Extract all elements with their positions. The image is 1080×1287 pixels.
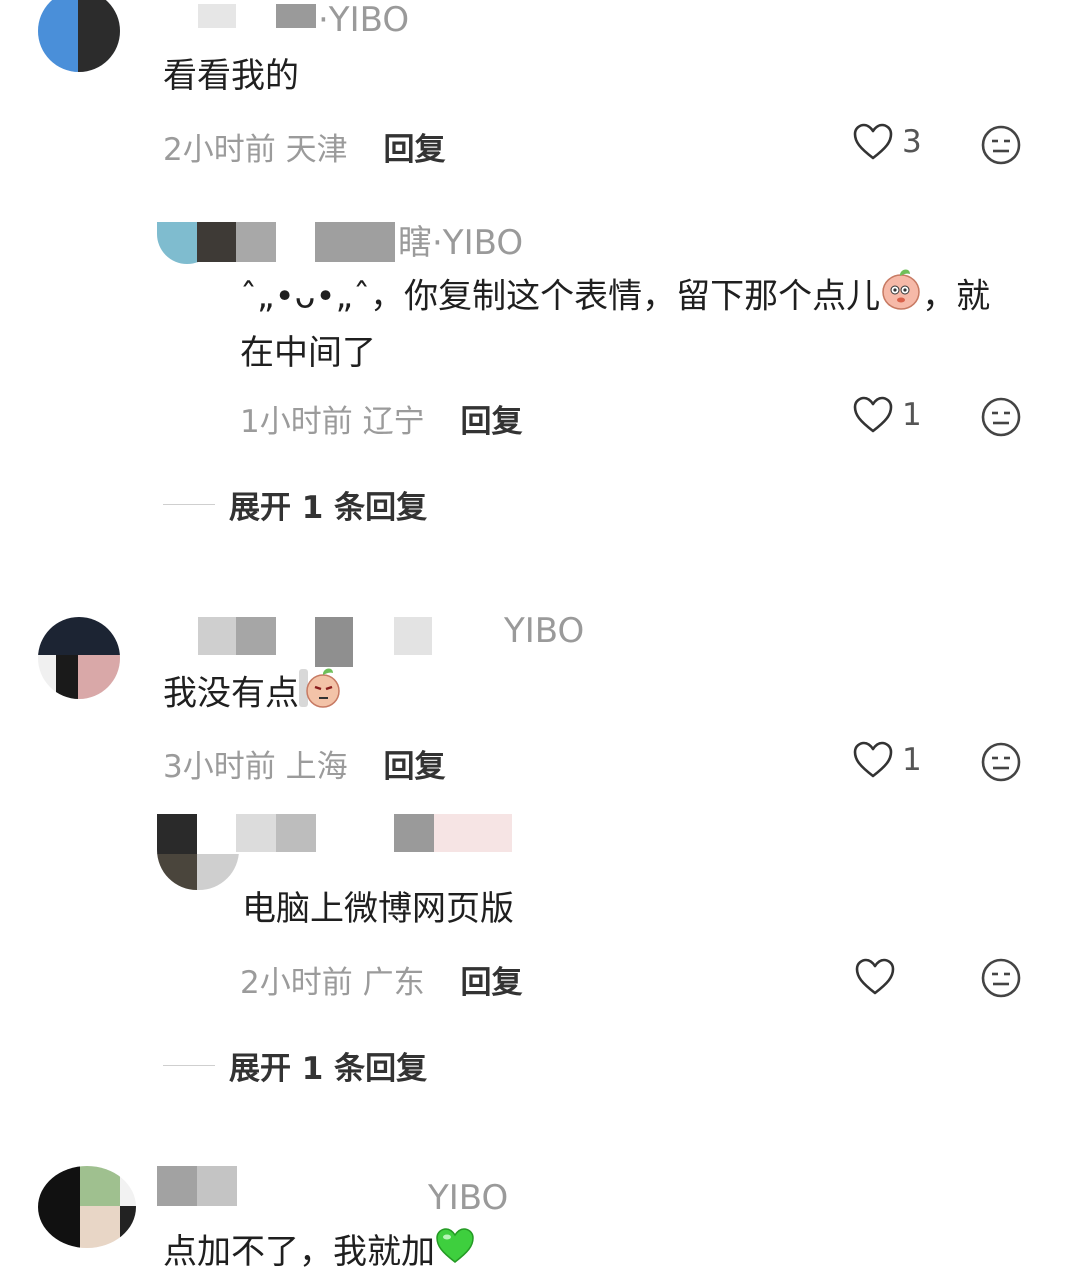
reply-text-continued: 在中间了 — [240, 333, 376, 373]
like-count: 1 — [902, 397, 922, 433]
heart-icon — [853, 741, 893, 778]
username-redacted[interactable] — [198, 222, 236, 262]
divider-line — [163, 504, 215, 505]
divider-line — [163, 1065, 215, 1066]
location: 天津 — [285, 132, 348, 168]
reply-button[interactable]: 回复 — [460, 404, 522, 440]
location: 广东 — [362, 965, 425, 1001]
comment-text: 点加不了，我就加 — [163, 1223, 475, 1283]
emoji-react-button[interactable] — [980, 957, 1022, 999]
comment-meta: 3小时前 上海 回复 — [163, 741, 445, 786]
reply-meta: 2小时前 广东 回复 — [240, 957, 522, 1002]
username-redacted[interactable] — [197, 1166, 237, 1206]
expand-replies-button[interactable]: 展开 1 条回复 — [163, 482, 427, 527]
username-redacted[interactable] — [315, 617, 353, 667]
avatar[interactable] — [38, 1166, 136, 1248]
timestamp: 3小时前 — [163, 749, 276, 785]
location: 上海 — [285, 749, 348, 785]
like-button[interactable]: 1 — [852, 740, 922, 780]
emoji-react-button[interactable] — [980, 124, 1022, 166]
like-count: 3 — [902, 124, 922, 160]
like-count: 1 — [902, 742, 922, 778]
reply-text: ˆ„•ᴗ•„ˆ，你复制这个表情，留下那个点儿 ，就 — [240, 266, 990, 330]
reply-button[interactable]: 回复 — [383, 132, 445, 168]
username-redacted[interactable] — [198, 4, 236, 28]
like-button[interactable] — [854, 957, 896, 997]
avatar[interactable] — [157, 814, 239, 890]
username-redacted[interactable] — [157, 1166, 197, 1206]
face-icon — [981, 397, 1021, 437]
emoji-react-button[interactable] — [980, 741, 1022, 783]
location: 辽宁 — [362, 404, 425, 440]
timestamp: 2小时前 — [240, 965, 353, 1001]
timestamp: 2小时前 — [163, 132, 276, 168]
username-redacted[interactable] — [276, 814, 316, 852]
username[interactable]: ·YIBO — [318, 0, 409, 40]
expand-replies-button[interactable]: 展开 1 条回复 — [163, 1043, 427, 1088]
heart-icon — [853, 123, 893, 160]
timestamp: 1小时前 — [240, 404, 353, 440]
username-redacted[interactable] — [394, 617, 432, 655]
username[interactable]: 瞎·YIBO — [398, 215, 523, 264]
peach-sticker-icon — [880, 266, 922, 330]
green-heart-icon — [435, 1225, 475, 1283]
avatar[interactable] — [38, 617, 120, 699]
username[interactable]: YIBO — [428, 1178, 508, 1218]
heart-icon — [855, 958, 895, 995]
reply-button[interactable]: 回复 — [383, 749, 445, 785]
face-icon — [981, 125, 1021, 165]
like-button[interactable]: 1 — [852, 395, 922, 435]
emoji-react-button[interactable] — [980, 396, 1022, 438]
like-button[interactable]: 3 — [852, 122, 922, 162]
reply-text: 电脑上微博网页版 — [242, 889, 514, 929]
comment-meta: 2小时前 天津 回复 — [163, 124, 445, 169]
username-redacted[interactable] — [434, 814, 512, 852]
peach-sticker-icon — [299, 663, 341, 727]
username-redacted[interactable] — [315, 222, 395, 262]
avatar[interactable] — [38, 0, 120, 72]
username-redacted[interactable] — [276, 4, 316, 28]
reply-meta: 1小时前 辽宁 回复 — [240, 396, 522, 441]
face-icon — [981, 958, 1021, 998]
username-redacted[interactable] — [236, 814, 276, 852]
username-redacted[interactable] — [394, 814, 434, 852]
comment-text: 我没有点 — [163, 663, 341, 727]
username-redacted[interactable] — [236, 222, 276, 262]
username[interactable]: YIBO — [504, 611, 584, 651]
username-redacted[interactable] — [236, 617, 276, 655]
reply-button[interactable]: 回复 — [460, 965, 522, 1001]
comment-text: 看看我的 — [163, 56, 299, 96]
username-redacted[interactable] — [198, 617, 236, 655]
face-icon — [981, 742, 1021, 782]
heart-icon — [853, 396, 893, 433]
